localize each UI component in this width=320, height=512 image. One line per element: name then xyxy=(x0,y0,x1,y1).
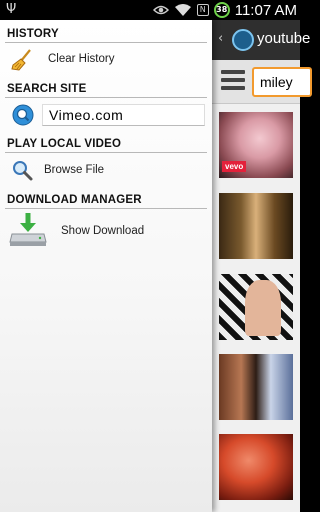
eye-icon xyxy=(152,5,169,15)
app-action-bar: ‹ youtube xyxy=(212,20,310,60)
battery-icon: 38 xyxy=(213,2,230,18)
divider xyxy=(5,42,207,43)
status-icons: N 38 11:07 AM xyxy=(152,1,297,19)
video-thumbnail[interactable] xyxy=(219,193,293,259)
section-title-search-site: SEARCH SITE xyxy=(7,83,87,95)
usb-icon: Ψ xyxy=(6,2,17,17)
browse-file-button[interactable]: Browse File xyxy=(44,164,104,176)
section-title-history: HISTORY xyxy=(7,28,59,40)
search-site-field[interactable]: Vimeo.com xyxy=(42,104,205,126)
clear-history-button[interactable]: Clear History xyxy=(48,53,114,65)
divider xyxy=(5,152,207,153)
nfc-icon: N xyxy=(196,4,209,16)
clock: 11:07 AM xyxy=(234,1,297,19)
show-download-button[interactable]: Show Download xyxy=(61,225,144,237)
broom-icon xyxy=(11,49,31,71)
app-logo-icon[interactable] xyxy=(232,29,254,51)
app-toolbar: miley xyxy=(212,60,312,104)
search-input[interactable]: miley xyxy=(252,67,312,97)
status-bar: Ψ N 38 11:07 AM xyxy=(0,0,300,20)
video-thumbnail[interactable] xyxy=(219,354,293,420)
navigation-drawer: HISTORY Clear History SEARCH SITE Vimeo.… xyxy=(0,20,212,512)
section-title-download-manager: DOWNLOAD MANAGER xyxy=(7,194,142,206)
search-site-value: Vimeo.com xyxy=(49,107,124,123)
magnifier-icon xyxy=(13,161,33,181)
main-app-view: ‹ youtube miley vevo xyxy=(212,20,312,512)
download-drive-icon xyxy=(9,213,47,246)
vevo-badge: vevo xyxy=(222,161,247,172)
video-thumbnail[interactable] xyxy=(219,274,293,340)
wifi-icon xyxy=(174,4,191,16)
section-title-play-local-video: PLAY LOCAL VIDEO xyxy=(7,138,122,150)
globe-search-icon xyxy=(12,104,34,126)
divider xyxy=(5,208,207,209)
menu-icon[interactable] xyxy=(221,70,245,92)
back-chevron-icon[interactable]: ‹ xyxy=(218,31,223,46)
app-title: youtube xyxy=(257,30,311,47)
divider xyxy=(5,97,207,98)
search-input-value: miley xyxy=(260,74,293,90)
video-thumbnail[interactable] xyxy=(219,434,293,500)
video-thumbnail[interactable]: vevo xyxy=(219,112,293,178)
